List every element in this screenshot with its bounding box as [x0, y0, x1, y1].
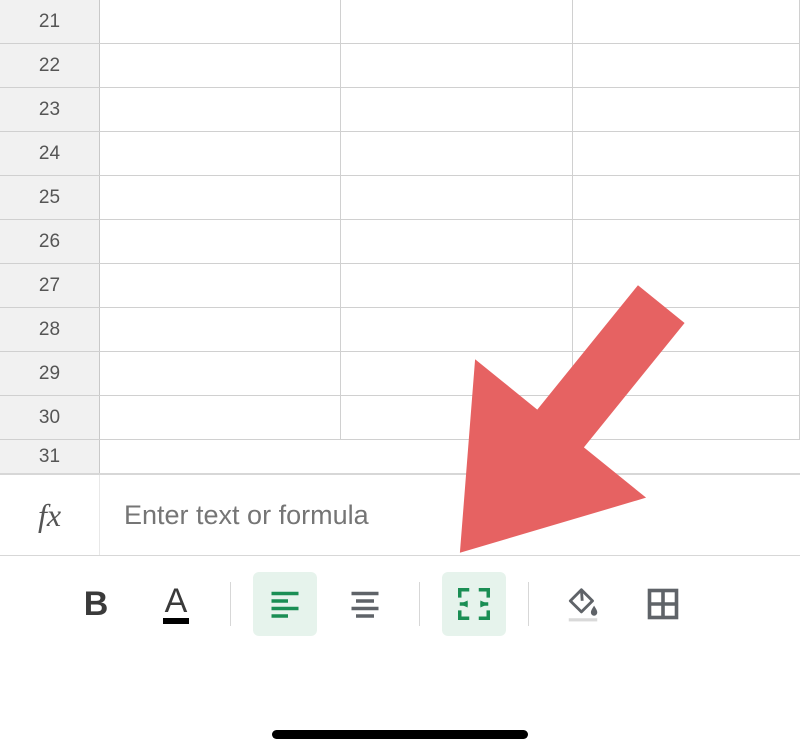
cell[interactable] [100, 396, 341, 439]
cell[interactable] [100, 44, 341, 87]
cell[interactable] [573, 0, 800, 43]
cell[interactable] [573, 176, 800, 219]
divider [528, 582, 529, 626]
cell[interactable] [573, 220, 800, 263]
grid-row: 25 [0, 176, 800, 220]
grid-row: 31 [0, 440, 800, 474]
cell[interactable] [100, 220, 341, 263]
row-header[interactable]: 30 [0, 396, 100, 439]
cell[interactable] [573, 352, 800, 395]
cell[interactable] [341, 132, 573, 175]
align-left-button[interactable] [253, 572, 317, 636]
grid-row: 27 [0, 264, 800, 308]
merge-cells-button[interactable] [442, 572, 506, 636]
borders-button[interactable] [631, 572, 695, 636]
cell[interactable] [573, 88, 800, 131]
bold-icon: B [84, 585, 109, 624]
grid-row: 26 [0, 220, 800, 264]
cell[interactable] [341, 0, 573, 43]
cell[interactable] [341, 264, 573, 307]
row-header[interactable]: 24 [0, 132, 100, 175]
divider [230, 582, 231, 626]
cell[interactable] [100, 132, 341, 175]
grid-row: 29 [0, 352, 800, 396]
row-header[interactable]: 21 [0, 0, 100, 43]
cell[interactable] [100, 0, 341, 43]
grid-row: 22 [0, 44, 800, 88]
cell[interactable] [341, 396, 573, 439]
row-header[interactable]: 26 [0, 220, 100, 263]
cell[interactable] [573, 308, 800, 351]
fill-color-icon [564, 585, 602, 623]
grid-row: 28 [0, 308, 800, 352]
row-header[interactable]: 25 [0, 176, 100, 219]
row-header[interactable]: 23 [0, 88, 100, 131]
cell[interactable] [341, 440, 573, 473]
borders-icon [645, 586, 681, 622]
formula-bar: fx [0, 474, 800, 556]
fill-color-button[interactable] [551, 572, 615, 636]
text-color-icon: A [163, 584, 190, 624]
fx-label: fx [0, 475, 100, 555]
text-color-button[interactable]: A [144, 572, 208, 636]
bold-button[interactable]: B [64, 572, 128, 636]
format-toolbar: B A [0, 556, 800, 652]
grid-row: 24 [0, 132, 800, 176]
row-header[interactable]: 31 [0, 440, 100, 473]
cell[interactable] [341, 308, 573, 351]
cell[interactable] [100, 308, 341, 351]
cell[interactable] [341, 44, 573, 87]
spreadsheet-grid[interactable]: 21 22 23 24 25 26 27 28 [0, 0, 800, 474]
merge-cells-icon [455, 585, 493, 623]
formula-input[interactable] [100, 475, 800, 555]
cell[interactable] [341, 352, 573, 395]
cell[interactable] [100, 88, 341, 131]
row-header[interactable]: 29 [0, 352, 100, 395]
grid-row: 21 [0, 0, 800, 44]
cell[interactable] [100, 352, 341, 395]
grid-row: 30 [0, 396, 800, 440]
cell[interactable] [100, 440, 341, 473]
row-header[interactable]: 28 [0, 308, 100, 351]
cell[interactable] [573, 440, 800, 473]
cell[interactable] [100, 176, 341, 219]
cell[interactable] [100, 264, 341, 307]
cell[interactable] [341, 88, 573, 131]
home-indicator[interactable] [272, 730, 528, 739]
align-center-icon [347, 586, 383, 622]
cell[interactable] [341, 176, 573, 219]
cell[interactable] [573, 396, 800, 439]
cell[interactable] [341, 220, 573, 263]
cell[interactable] [573, 132, 800, 175]
row-header[interactable]: 22 [0, 44, 100, 87]
grid-row: 23 [0, 88, 800, 132]
divider [419, 582, 420, 626]
align-left-icon [267, 586, 303, 622]
align-center-button[interactable] [333, 572, 397, 636]
cell[interactable] [573, 264, 800, 307]
cell[interactable] [573, 44, 800, 87]
row-header[interactable]: 27 [0, 264, 100, 307]
